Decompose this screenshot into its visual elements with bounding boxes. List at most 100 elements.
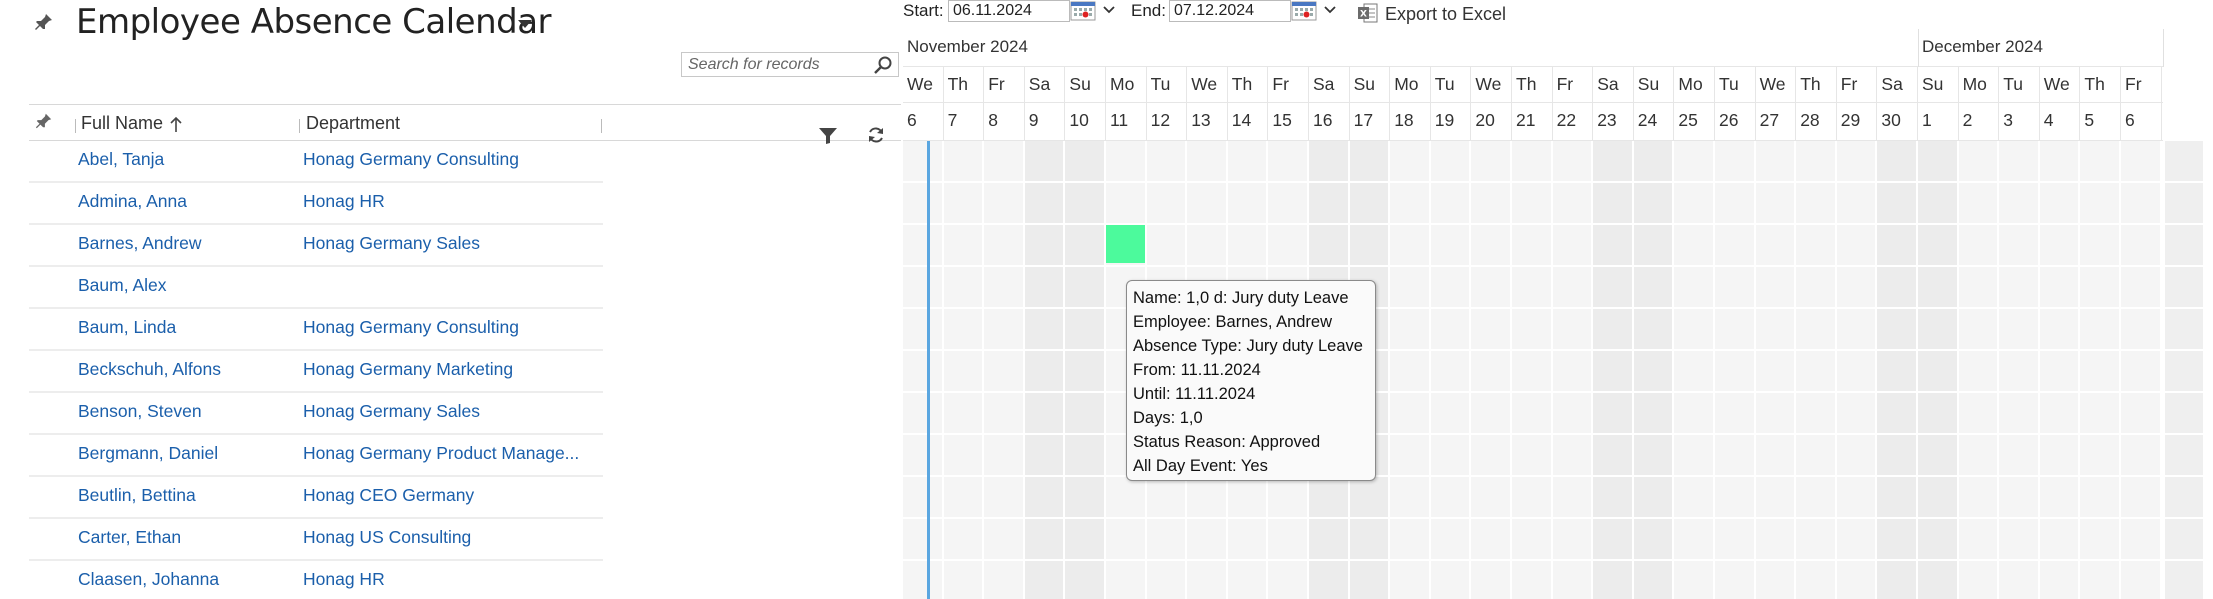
calendar-day-cell[interactable] bbox=[1227, 141, 1269, 183]
calendar-day-cell[interactable] bbox=[903, 393, 944, 435]
calendar-day-cell[interactable] bbox=[1106, 183, 1147, 225]
calendar-day-cell[interactable] bbox=[1918, 309, 1959, 351]
calendar-day-cell[interactable] bbox=[1268, 141, 1309, 183]
calendar-day-cell[interactable] bbox=[1187, 141, 1228, 183]
calendar-day-cell[interactable] bbox=[1633, 309, 1675, 351]
calendar-day-cell[interactable] bbox=[1471, 477, 1512, 519]
calendar-day-cell[interactable] bbox=[1796, 477, 1837, 519]
calendar-day-cell[interactable] bbox=[1024, 225, 1066, 267]
column-header-department[interactable]: Department bbox=[306, 113, 400, 134]
calendar-day-cell[interactable] bbox=[1593, 183, 1634, 225]
calendar-day-cell[interactable] bbox=[1552, 351, 1594, 393]
calendar-day-cell[interactable] bbox=[1674, 351, 1715, 393]
calendar-day-cell[interactable] bbox=[1999, 141, 2040, 183]
calendar-day-cell[interactable] bbox=[1674, 225, 1715, 267]
calendar-day-cell[interactable] bbox=[1268, 183, 1309, 225]
calendar-day-cell[interactable] bbox=[1999, 477, 2040, 519]
calendar-day-cell[interactable] bbox=[1836, 477, 1878, 519]
start-chevron-down-icon[interactable] bbox=[1103, 6, 1115, 14]
calendar-day-cell[interactable] bbox=[1918, 183, 1959, 225]
employee-name-link[interactable]: Carter, Ethan bbox=[78, 527, 288, 548]
calendar-day-cell[interactable] bbox=[1836, 351, 1878, 393]
calendar-day-cell[interactable] bbox=[1146, 141, 1188, 183]
calendar-day-cell[interactable] bbox=[943, 351, 985, 393]
calendar-day-cell[interactable] bbox=[1674, 183, 1715, 225]
calendar-day-cell[interactable] bbox=[1715, 267, 1756, 309]
calendar-day-cell[interactable] bbox=[1349, 183, 1391, 225]
calendar-day-cell[interactable] bbox=[1958, 519, 2000, 561]
calendar-day-cell[interactable] bbox=[1024, 351, 1066, 393]
calendar-day-cell[interactable] bbox=[1836, 519, 1878, 561]
calendar-day-cell[interactable] bbox=[1390, 267, 1431, 309]
calendar-day-cell[interactable] bbox=[1430, 183, 1472, 225]
calendar-day-cell[interactable] bbox=[1430, 141, 1472, 183]
calendar-day-cell[interactable] bbox=[1146, 519, 1188, 561]
calendar-day-cell[interactable] bbox=[1471, 393, 1512, 435]
calendar-day-cell[interactable] bbox=[1552, 393, 1594, 435]
calendar-day-cell[interactable] bbox=[1146, 225, 1188, 267]
calendar-day-cell[interactable] bbox=[1999, 351, 2040, 393]
calendar-day-cell[interactable] bbox=[1715, 351, 1756, 393]
calendar-day-cell[interactable] bbox=[1999, 183, 2040, 225]
calendar-day-cell[interactable] bbox=[1836, 267, 1878, 309]
calendar-day-cell[interactable] bbox=[1715, 225, 1756, 267]
filter-icon[interactable] bbox=[818, 127, 838, 145]
calendar-day-cell[interactable] bbox=[2039, 519, 2081, 561]
calendar-day-cell[interactable] bbox=[1877, 519, 1918, 561]
calendar-day-cell[interactable] bbox=[1390, 561, 1431, 599]
calendar-day-cell[interactable] bbox=[1674, 477, 1715, 519]
calendar-day-cell[interactable] bbox=[1918, 561, 1959, 599]
calendar-day-cell[interactable] bbox=[1024, 435, 1066, 477]
calendar-day-cell[interactable] bbox=[1552, 267, 1594, 309]
calendar-day-cell[interactable] bbox=[984, 183, 1025, 225]
calendar-day-cell[interactable] bbox=[1836, 561, 1878, 599]
calendar-day-cell[interactable] bbox=[1836, 435, 1878, 477]
calendar-day-cell[interactable] bbox=[1674, 519, 1715, 561]
calendar-day-cell[interactable] bbox=[1552, 561, 1594, 599]
calendar-day-cell[interactable] bbox=[1227, 519, 1269, 561]
calendar-day-cell[interactable] bbox=[1227, 477, 1269, 519]
calendar-day-cell[interactable] bbox=[1512, 267, 1553, 309]
calendar-day-cell[interactable] bbox=[903, 519, 944, 561]
calendar-day-cell[interactable] bbox=[1512, 393, 1553, 435]
calendar-day-cell[interactable] bbox=[1512, 141, 1553, 183]
calendar-day-cell[interactable] bbox=[1390, 225, 1431, 267]
calendar-day-cell[interactable] bbox=[1146, 561, 1188, 599]
calendar-day-cell[interactable] bbox=[1918, 435, 1959, 477]
calendar-day-cell[interactable] bbox=[2080, 183, 2121, 225]
calendar-day-cell[interactable] bbox=[1390, 141, 1431, 183]
calendar-day-cell[interactable] bbox=[1755, 267, 1797, 309]
calendar-day-cell[interactable] bbox=[943, 477, 985, 519]
calendar-day-cell[interactable] bbox=[2039, 435, 2081, 477]
calendar-day-cell[interactable] bbox=[2039, 267, 2081, 309]
calendar-day-cell[interactable] bbox=[1877, 477, 1918, 519]
calendar-day-cell[interactable] bbox=[1796, 561, 1837, 599]
calendar-day-cell[interactable] bbox=[1430, 477, 1472, 519]
calendar-day-cell[interactable] bbox=[903, 267, 944, 309]
calendar-day-cell[interactable] bbox=[1755, 309, 1797, 351]
calendar-day-cell[interactable] bbox=[943, 183, 985, 225]
calendar-day-cell[interactable] bbox=[1309, 141, 1350, 183]
department-link[interactable]: Honag Germany Consulting bbox=[303, 317, 593, 338]
calendar-day-cell[interactable] bbox=[1674, 561, 1715, 599]
calendar-day-cell[interactable] bbox=[984, 561, 1025, 599]
calendar-day-cell[interactable] bbox=[1633, 519, 1675, 561]
calendar-day-cell[interactable] bbox=[1633, 267, 1675, 309]
calendar-day-cell[interactable] bbox=[1024, 309, 1066, 351]
table-row[interactable]: Beckschuh, Alfons Honag Germany Marketing bbox=[29, 351, 603, 393]
calendar-day-cell[interactable] bbox=[2121, 141, 2162, 183]
calendar-day-cell[interactable] bbox=[2121, 183, 2162, 225]
calendar-day-cell[interactable] bbox=[1309, 477, 1350, 519]
calendar-day-cell[interactable] bbox=[903, 435, 944, 477]
calendar-day-cell[interactable] bbox=[1715, 393, 1756, 435]
calendar-day-cell[interactable] bbox=[2121, 477, 2162, 519]
calendar-day-cell[interactable] bbox=[2121, 519, 2162, 561]
search-input[interactable] bbox=[681, 52, 899, 77]
calendar-day-cell[interactable] bbox=[1877, 309, 1918, 351]
calendar-day-cell[interactable] bbox=[1958, 225, 2000, 267]
department-link[interactable]: Honag Germany Sales bbox=[303, 401, 593, 422]
employee-name-link[interactable]: Barnes, Andrew bbox=[78, 233, 288, 254]
calendar-day-cell[interactable] bbox=[2039, 393, 2081, 435]
calendar-day-cell[interactable] bbox=[1593, 309, 1634, 351]
calendar-day-cell[interactable] bbox=[984, 267, 1025, 309]
